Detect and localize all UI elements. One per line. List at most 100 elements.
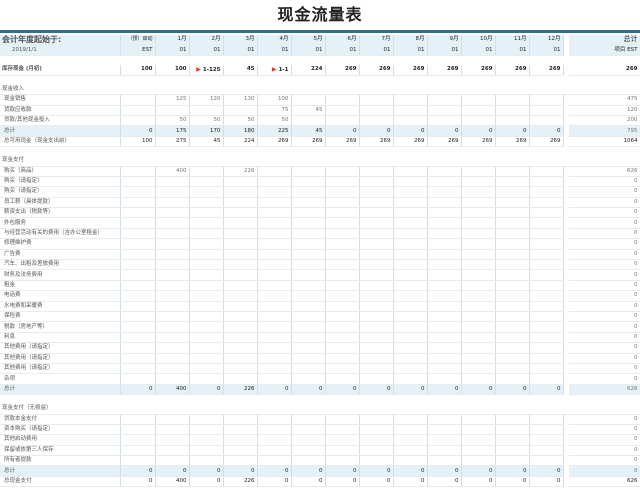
month-cell[interactable] bbox=[359, 353, 394, 364]
month-cell[interactable] bbox=[529, 363, 564, 375]
month-cell[interactable] bbox=[155, 228, 190, 240]
month-cell[interactable] bbox=[393, 434, 428, 446]
month-cell[interactable] bbox=[359, 332, 394, 344]
pre-start-cell[interactable] bbox=[120, 290, 156, 302]
month-cell[interactable] bbox=[223, 332, 258, 344]
pre-start-cell[interactable] bbox=[120, 311, 156, 323]
month-cell[interactable] bbox=[461, 166, 496, 177]
pre-start-cell[interactable] bbox=[120, 434, 156, 446]
month-cell[interactable] bbox=[291, 197, 326, 209]
month-cell[interactable] bbox=[325, 321, 360, 333]
month-cell[interactable] bbox=[529, 342, 564, 354]
month-cell[interactable] bbox=[495, 434, 530, 446]
month-cell[interactable] bbox=[359, 197, 394, 209]
month-cell[interactable] bbox=[291, 363, 326, 375]
month-cell[interactable] bbox=[495, 455, 530, 467]
month-cell[interactable] bbox=[359, 259, 394, 271]
month-cell[interactable] bbox=[257, 321, 292, 333]
month-cell[interactable] bbox=[359, 186, 394, 198]
month-cell[interactable] bbox=[461, 290, 496, 302]
month-cell[interactable]: 100 bbox=[257, 94, 292, 106]
month-cell[interactable] bbox=[427, 280, 462, 292]
month-cell[interactable] bbox=[155, 342, 190, 354]
month-cell[interactable] bbox=[495, 290, 530, 302]
month-cell[interactable] bbox=[427, 342, 462, 354]
month-cell[interactable] bbox=[291, 342, 326, 354]
month-cell[interactable] bbox=[291, 115, 326, 127]
month-cell[interactable] bbox=[223, 217, 258, 229]
month-cell[interactable] bbox=[461, 228, 496, 240]
month-cell[interactable] bbox=[529, 197, 564, 209]
pre-start-cell[interactable] bbox=[120, 105, 156, 116]
month-cell[interactable] bbox=[495, 280, 530, 292]
month-cell[interactable] bbox=[325, 176, 360, 188]
pre-start-cell[interactable] bbox=[120, 414, 156, 425]
month-cell[interactable] bbox=[291, 94, 326, 106]
month-cell[interactable] bbox=[257, 176, 292, 188]
pre-start-cell[interactable] bbox=[120, 186, 156, 198]
month-cell[interactable] bbox=[325, 166, 360, 177]
month-cell[interactable] bbox=[427, 228, 462, 240]
month-cell[interactable] bbox=[393, 373, 428, 385]
month-cell[interactable] bbox=[529, 280, 564, 292]
month-cell[interactable] bbox=[461, 259, 496, 271]
month-cell[interactable] bbox=[189, 186, 224, 198]
month-cell[interactable] bbox=[359, 269, 394, 281]
month-cell[interactable] bbox=[427, 259, 462, 271]
month-cell[interactable] bbox=[495, 332, 530, 344]
month-cell[interactable] bbox=[189, 321, 224, 333]
month-cell[interactable] bbox=[155, 269, 190, 281]
month-cell[interactable] bbox=[461, 311, 496, 323]
month-cell[interactable] bbox=[427, 249, 462, 261]
month-cell[interactable] bbox=[461, 321, 496, 333]
month-cell[interactable] bbox=[189, 445, 224, 457]
month-cell[interactable] bbox=[359, 414, 394, 425]
month-cell[interactable] bbox=[461, 249, 496, 261]
month-cell[interactable] bbox=[155, 373, 190, 385]
month-cell[interactable] bbox=[325, 94, 360, 106]
month-cell[interactable] bbox=[359, 166, 394, 177]
month-cell[interactable] bbox=[257, 363, 292, 375]
month-cell[interactable] bbox=[325, 259, 360, 271]
month-cell[interactable] bbox=[257, 269, 292, 281]
month-cell[interactable]: 400 bbox=[155, 166, 190, 177]
month-cell[interactable] bbox=[155, 280, 190, 292]
month-cell[interactable] bbox=[461, 373, 496, 385]
month-cell[interactable] bbox=[393, 197, 428, 209]
month-cell[interactable] bbox=[223, 311, 258, 323]
month-cell[interactable] bbox=[393, 105, 428, 116]
month-cell[interactable] bbox=[427, 363, 462, 375]
month-cell[interactable]: 120 bbox=[189, 94, 224, 106]
pre-start-cell[interactable] bbox=[120, 166, 156, 177]
month-cell[interactable] bbox=[359, 301, 394, 313]
month-cell[interactable] bbox=[291, 373, 326, 385]
month-cell[interactable] bbox=[495, 311, 530, 323]
month-cell[interactable] bbox=[223, 434, 258, 446]
month-cell[interactable] bbox=[393, 342, 428, 354]
month-cell[interactable]: 75 bbox=[257, 105, 292, 116]
month-cell[interactable] bbox=[291, 207, 326, 219]
month-cell[interactable] bbox=[461, 280, 496, 292]
month-cell[interactable]: 226 bbox=[223, 166, 258, 177]
month-cell[interactable] bbox=[155, 455, 190, 467]
month-cell[interactable] bbox=[325, 373, 360, 385]
month-cell[interactable] bbox=[257, 373, 292, 385]
month-cell[interactable] bbox=[257, 332, 292, 344]
pre-start-cell[interactable] bbox=[120, 238, 156, 250]
month-cell[interactable] bbox=[461, 105, 496, 116]
month-cell[interactable] bbox=[359, 373, 394, 385]
month-cell[interactable] bbox=[325, 353, 360, 364]
month-cell[interactable] bbox=[427, 176, 462, 188]
month-cell[interactable] bbox=[155, 311, 190, 323]
month-cell[interactable] bbox=[223, 424, 258, 436]
month-cell[interactable] bbox=[325, 238, 360, 250]
fiscal-date-input[interactable]: 2019/1/1 bbox=[0, 44, 121, 56]
month-cell[interactable] bbox=[189, 373, 224, 385]
month-cell[interactable] bbox=[529, 166, 564, 177]
month-cell[interactable] bbox=[393, 455, 428, 467]
pre-start-cell[interactable] bbox=[120, 94, 156, 106]
month-cell[interactable]: 50 bbox=[189, 115, 224, 127]
month-cell[interactable] bbox=[189, 414, 224, 425]
month-cell[interactable] bbox=[495, 238, 530, 250]
month-cell[interactable] bbox=[325, 332, 360, 344]
